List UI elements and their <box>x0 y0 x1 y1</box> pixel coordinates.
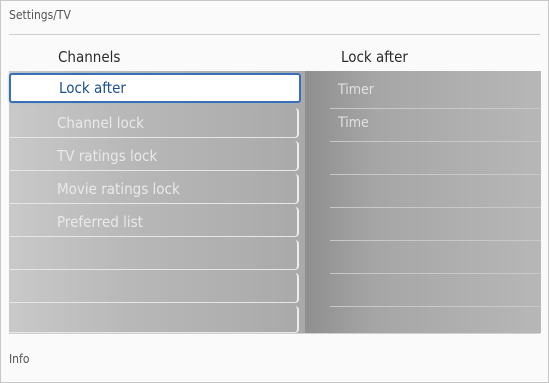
footer-divider <box>9 333 540 334</box>
menu-item-preferred-list[interactable]: Preferred list <box>9 207 299 237</box>
submenu-divider <box>330 141 541 142</box>
menu-item-empty <box>9 273 299 303</box>
submenu-divider <box>330 108 541 109</box>
breadcrumb: Settings/TV <box>9 8 71 22</box>
submenu-divider <box>330 240 541 241</box>
menu-column-title: Channels <box>58 48 121 66</box>
submenu-divider <box>330 174 541 175</box>
menu-item-tv-ratings-lock[interactable]: TV ratings lock <box>9 141 299 171</box>
info-label: Info <box>9 352 30 366</box>
menu-item-lock-after[interactable]: Lock after <box>9 73 301 103</box>
submenu-item-timer[interactable]: Timer <box>338 82 374 98</box>
submenu-divider <box>330 273 541 274</box>
menu-item-empty <box>9 240 299 270</box>
submenu-divider <box>330 207 541 208</box>
menu-item-channel-lock[interactable]: Channel lock <box>9 108 299 138</box>
submenu-item-time[interactable]: Time <box>338 115 369 131</box>
menu-panel: Lock after Channel lock TV ratings lock … <box>9 71 305 333</box>
submenu-panel: Timer Time <box>305 71 541 333</box>
submenu-column-title: Lock after <box>341 48 408 66</box>
menu-item-empty <box>9 306 299 333</box>
submenu-divider <box>330 306 541 307</box>
menu-item-movie-ratings-lock[interactable]: Movie ratings lock <box>9 174 299 204</box>
header-divider <box>9 34 540 35</box>
settings-window: Settings/TV Channels Lock after Lock aft… <box>0 0 549 383</box>
